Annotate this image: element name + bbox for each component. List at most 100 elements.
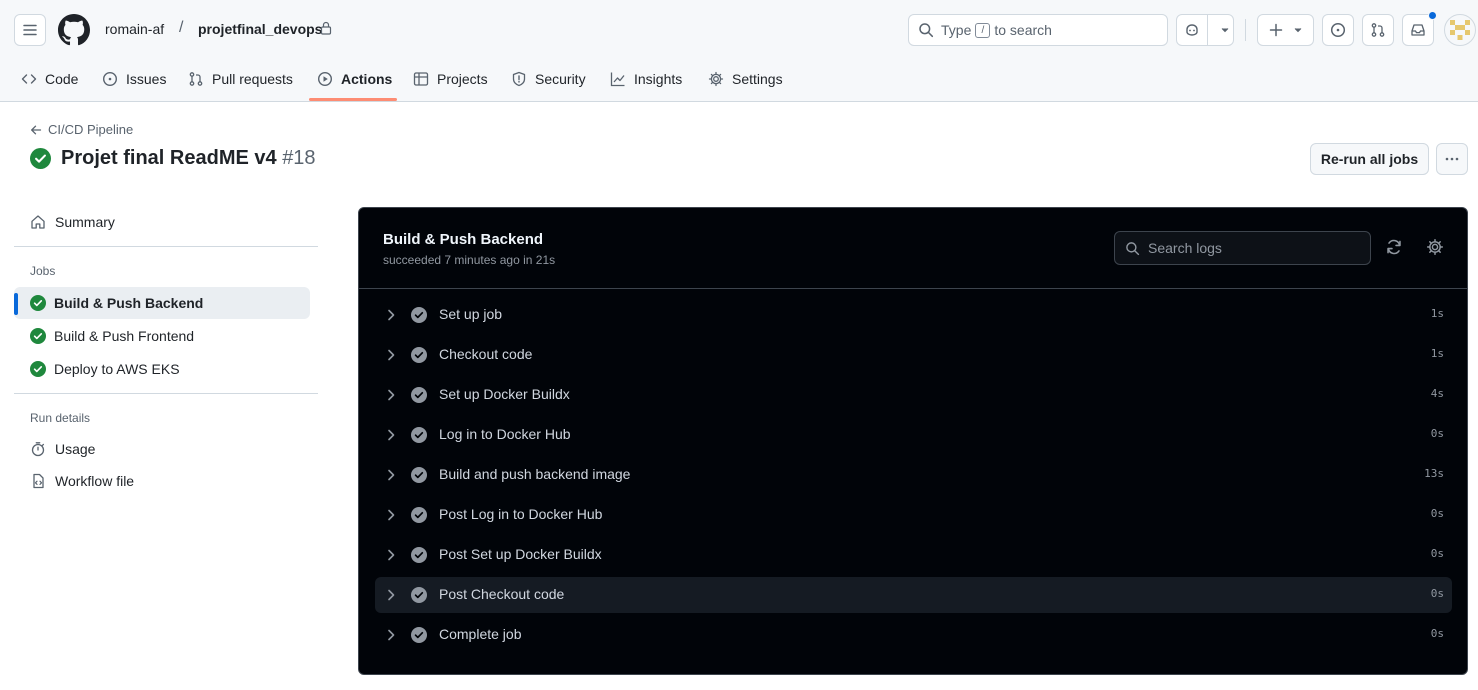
search-logs-placeholder: Search logs [1148,240,1222,256]
path-separator: / [179,19,184,36]
sidebar-item-label: Usage [55,441,96,457]
inbox-icon [1411,24,1425,36]
sidebar-item-usage[interactable]: Usage [30,441,95,457]
tab-code[interactable]: Code [21,58,78,100]
sidebar-divider [14,246,318,247]
chevron-right-icon[interactable] [385,308,397,322]
gear-icon [708,71,724,87]
tab-settings[interactable]: Settings [708,58,783,100]
pull-requests-button[interactable] [1362,14,1394,46]
menu-button[interactable] [14,14,46,46]
chevron-right-icon[interactable] [385,428,397,442]
stopwatch-icon [31,442,45,457]
chevron-right-icon[interactable] [385,348,397,362]
job-label: Build & Push Backend [54,295,204,311]
chevron-right-icon[interactable] [385,508,397,522]
global-header: romain-af / projetfinal_devops Type / to… [0,0,1478,102]
tab-projects[interactable]: Projects [413,58,488,100]
search-icon [1126,241,1140,255]
job-title: Build & Push Backend [383,231,544,248]
home-icon [31,215,45,229]
tab-label: Issues [126,71,167,87]
identicon-icon [1450,20,1470,40]
tab-actions[interactable]: Actions [317,58,392,100]
header-divider [1245,19,1246,41]
chevron-right-icon[interactable] [385,388,397,402]
job-step-row[interactable]: Complete job 0s [375,617,1452,653]
code-icon [21,74,37,84]
repo-owner-link[interactable]: romain-af [105,21,164,37]
search-shortcut-key: / [975,22,991,38]
create-new-button[interactable] [1257,14,1314,46]
job-step-row[interactable]: Post Checkout code 0s [375,577,1452,613]
issue-opened-icon [1330,22,1346,38]
sidebar-job-build-push-frontend[interactable]: Build & Push Frontend [14,320,310,352]
tab-label: Actions [341,71,393,87]
chevron-right-icon[interactable] [385,548,397,562]
tab-pull-requests[interactable]: Pull requests [188,58,293,100]
issues-button[interactable] [1322,14,1354,46]
job-step-row[interactable]: Log in to Docker Hub 0s [375,417,1452,453]
check-circle-fill-icon [30,148,51,169]
back-to-workflow-link[interactable]: CI/CD Pipeline [30,122,133,137]
gear-icon[interactable] [1426,238,1444,256]
search-icon [919,23,934,38]
step-name: Post Set up Docker Buildx [439,546,602,562]
sync-icon[interactable] [1385,238,1403,256]
active-tab-indicator [309,98,397,101]
sidebar-item-summary[interactable]: Summary [30,214,115,230]
job-step-row[interactable]: Build and push backend image 13s [375,457,1452,493]
step-duration: 0s [1430,547,1444,560]
more-options-button[interactable] [1436,143,1468,175]
sidebar-job-build-push-backend[interactable]: Build & Push Backend [14,287,310,319]
copilot-button[interactable] [1176,14,1234,46]
sidebar-item-label: Workflow file [55,473,135,489]
chevron-down-icon [1294,28,1301,33]
repo-name-link[interactable]: projetfinal_devops [198,21,322,37]
step-duration: 0s [1430,587,1444,600]
repo-tabs: Code Issues Pull requests Actions Projec… [0,58,900,102]
chevron-down-icon[interactable] [1220,25,1230,35]
sidebar-item-workflow-file[interactable]: Workflow file [30,473,134,489]
lock-icon [320,21,332,35]
step-name: Post Checkout code [439,586,565,602]
tab-label: Insights [634,71,683,87]
job-step-row[interactable]: Checkout code 1s [375,337,1452,373]
job-label: Deploy to AWS EKS [54,361,180,377]
tab-issues[interactable]: Issues [102,58,166,100]
job-step-row[interactable]: Post Log in to Docker Hub 0s [375,497,1452,533]
chevron-right-icon[interactable] [385,468,397,482]
plus-icon [1269,23,1282,37]
job-status-text: succeeded 7 minutes ago in 21s [383,253,556,267]
step-name: Set up job [439,306,503,322]
git-pull-request-icon [1371,23,1385,37]
step-duration: 0s [1430,627,1444,640]
job-step-row[interactable]: Post Set up Docker Buildx 0s [375,537,1452,573]
step-duration: 1s [1430,347,1444,360]
tab-insights[interactable]: Insights [610,58,682,100]
check-circle-fill-icon [411,427,427,443]
shield-icon [512,71,526,87]
step-duration: 13s [1424,467,1444,480]
jobs-heading: Jobs [30,264,56,278]
hamburger-icon [23,24,37,36]
tab-security[interactable]: Security [511,58,586,100]
job-header: Build & Push Backend succeeded 7 minutes… [359,208,1467,289]
notification-dot [1428,11,1437,20]
job-log-panel: Build & Push Backend succeeded 7 minutes… [358,207,1468,675]
graph-icon [610,72,625,87]
global-search-input[interactable]: Type / to search [908,14,1168,46]
step-name: Set up Docker Buildx [439,386,570,402]
github-logo-icon[interactable] [58,14,90,46]
job-step-row[interactable]: Set up job 1s [375,297,1452,333]
sidebar-job-deploy-aws-eks[interactable]: Deploy to AWS EKS [14,353,310,385]
job-step-row[interactable]: Set up Docker Buildx 4s [375,377,1452,413]
user-avatar[interactable] [1444,14,1476,46]
rerun-all-jobs-button[interactable]: Re-run all jobs [1310,143,1429,175]
tab-label: Pull requests [212,71,293,87]
search-logs-input[interactable]: Search logs [1114,231,1371,265]
step-duration: 0s [1430,427,1444,440]
tab-label: Projects [437,71,488,87]
chevron-right-icon[interactable] [385,588,397,602]
chevron-right-icon[interactable] [385,628,397,642]
